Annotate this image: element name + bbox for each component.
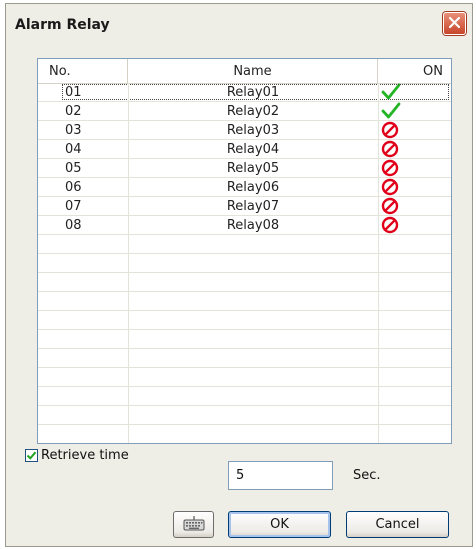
empty-row [38, 292, 451, 311]
empty-row [38, 235, 451, 254]
alarm-relay-dialog: Alarm Relay No. Name ON 01 Relay01 02 Relay… [5, 3, 473, 547]
empty-row [38, 330, 451, 349]
column-header-no[interactable]: No. [38, 59, 128, 83]
relay-on-check-icon[interactable] [378, 83, 451, 101]
relay-off-icon[interactable] [378, 216, 451, 234]
relay-name: Relay02 [226, 104, 280, 119]
relay-number: 07 [65, 199, 82, 214]
relay-row[interactable]: 01 Relay01 [38, 83, 451, 102]
relay-off-icon[interactable] [378, 140, 451, 158]
relay-row[interactable]: 08 Relay08 [38, 216, 451, 235]
relay-row[interactable]: 05 Relay05 [38, 159, 451, 178]
relay-number: 03 [65, 123, 82, 138]
seconds-unit-label: Sec. [353, 468, 381, 483]
relay-on-check-icon[interactable] [378, 102, 451, 120]
empty-row [38, 349, 451, 368]
relay-off-icon[interactable] [378, 159, 451, 177]
relay-name: Relay04 [226, 142, 280, 157]
relay-name: Relay07 [226, 199, 280, 214]
relay-number: 05 [65, 161, 82, 176]
empty-row [38, 368, 451, 387]
title-bar[interactable]: Alarm Relay [6, 4, 472, 48]
keyboard-icon [183, 515, 205, 535]
relay-number: 06 [65, 180, 82, 195]
list-header: No. Name ON [38, 59, 451, 84]
relay-name: Relay01 [226, 85, 280, 100]
column-header-on[interactable]: ON [378, 59, 451, 83]
relay-name: Relay05 [226, 161, 280, 176]
empty-row [38, 425, 451, 443]
close-icon [448, 14, 461, 33]
retrieve-time-checkbox[interactable] [25, 448, 38, 462]
retrieve-time-label: Retrieve time [41, 447, 129, 463]
empty-row [38, 273, 451, 292]
relay-list[interactable]: No. Name ON 01 Relay01 02 Relay02 03 Relay03 0… [37, 58, 452, 444]
empty-row [38, 311, 451, 330]
relay-name: Relay08 [226, 218, 280, 233]
empty-row [38, 254, 451, 273]
dialog-title: Alarm Relay [15, 17, 110, 33]
column-divider [128, 83, 129, 443]
relay-row[interactable]: 07 Relay07 [38, 197, 451, 216]
relay-row[interactable]: 04 Relay04 [38, 140, 451, 159]
relay-off-icon[interactable] [378, 178, 451, 196]
close-button[interactable] [443, 12, 466, 35]
relay-row[interactable]: 06 Relay06 [38, 178, 451, 197]
column-header-name[interactable]: Name [128, 59, 378, 83]
relay-number: 01 [65, 85, 82, 100]
relay-number: 04 [65, 142, 82, 157]
empty-row [38, 387, 451, 406]
retrieve-time-input[interactable] [228, 461, 333, 490]
empty-row [38, 406, 451, 425]
relay-number: 02 [65, 104, 82, 119]
column-divider [378, 83, 379, 443]
relay-row[interactable]: 02 Relay02 [38, 102, 451, 121]
ok-button[interactable]: OK [228, 511, 331, 538]
cancel-button[interactable]: Cancel [346, 511, 449, 538]
relay-off-icon[interactable] [378, 121, 451, 139]
retrieve-time-option[interactable]: Retrieve time [25, 445, 129, 465]
relay-off-icon[interactable] [378, 197, 451, 215]
checkmark-icon [26, 451, 37, 460]
relay-name: Relay06 [226, 180, 280, 195]
relay-number: 08 [65, 218, 82, 233]
relay-row[interactable]: 03 Relay03 [38, 121, 451, 140]
relay-name: Relay03 [226, 123, 280, 138]
keyboard-button[interactable] [173, 511, 214, 538]
